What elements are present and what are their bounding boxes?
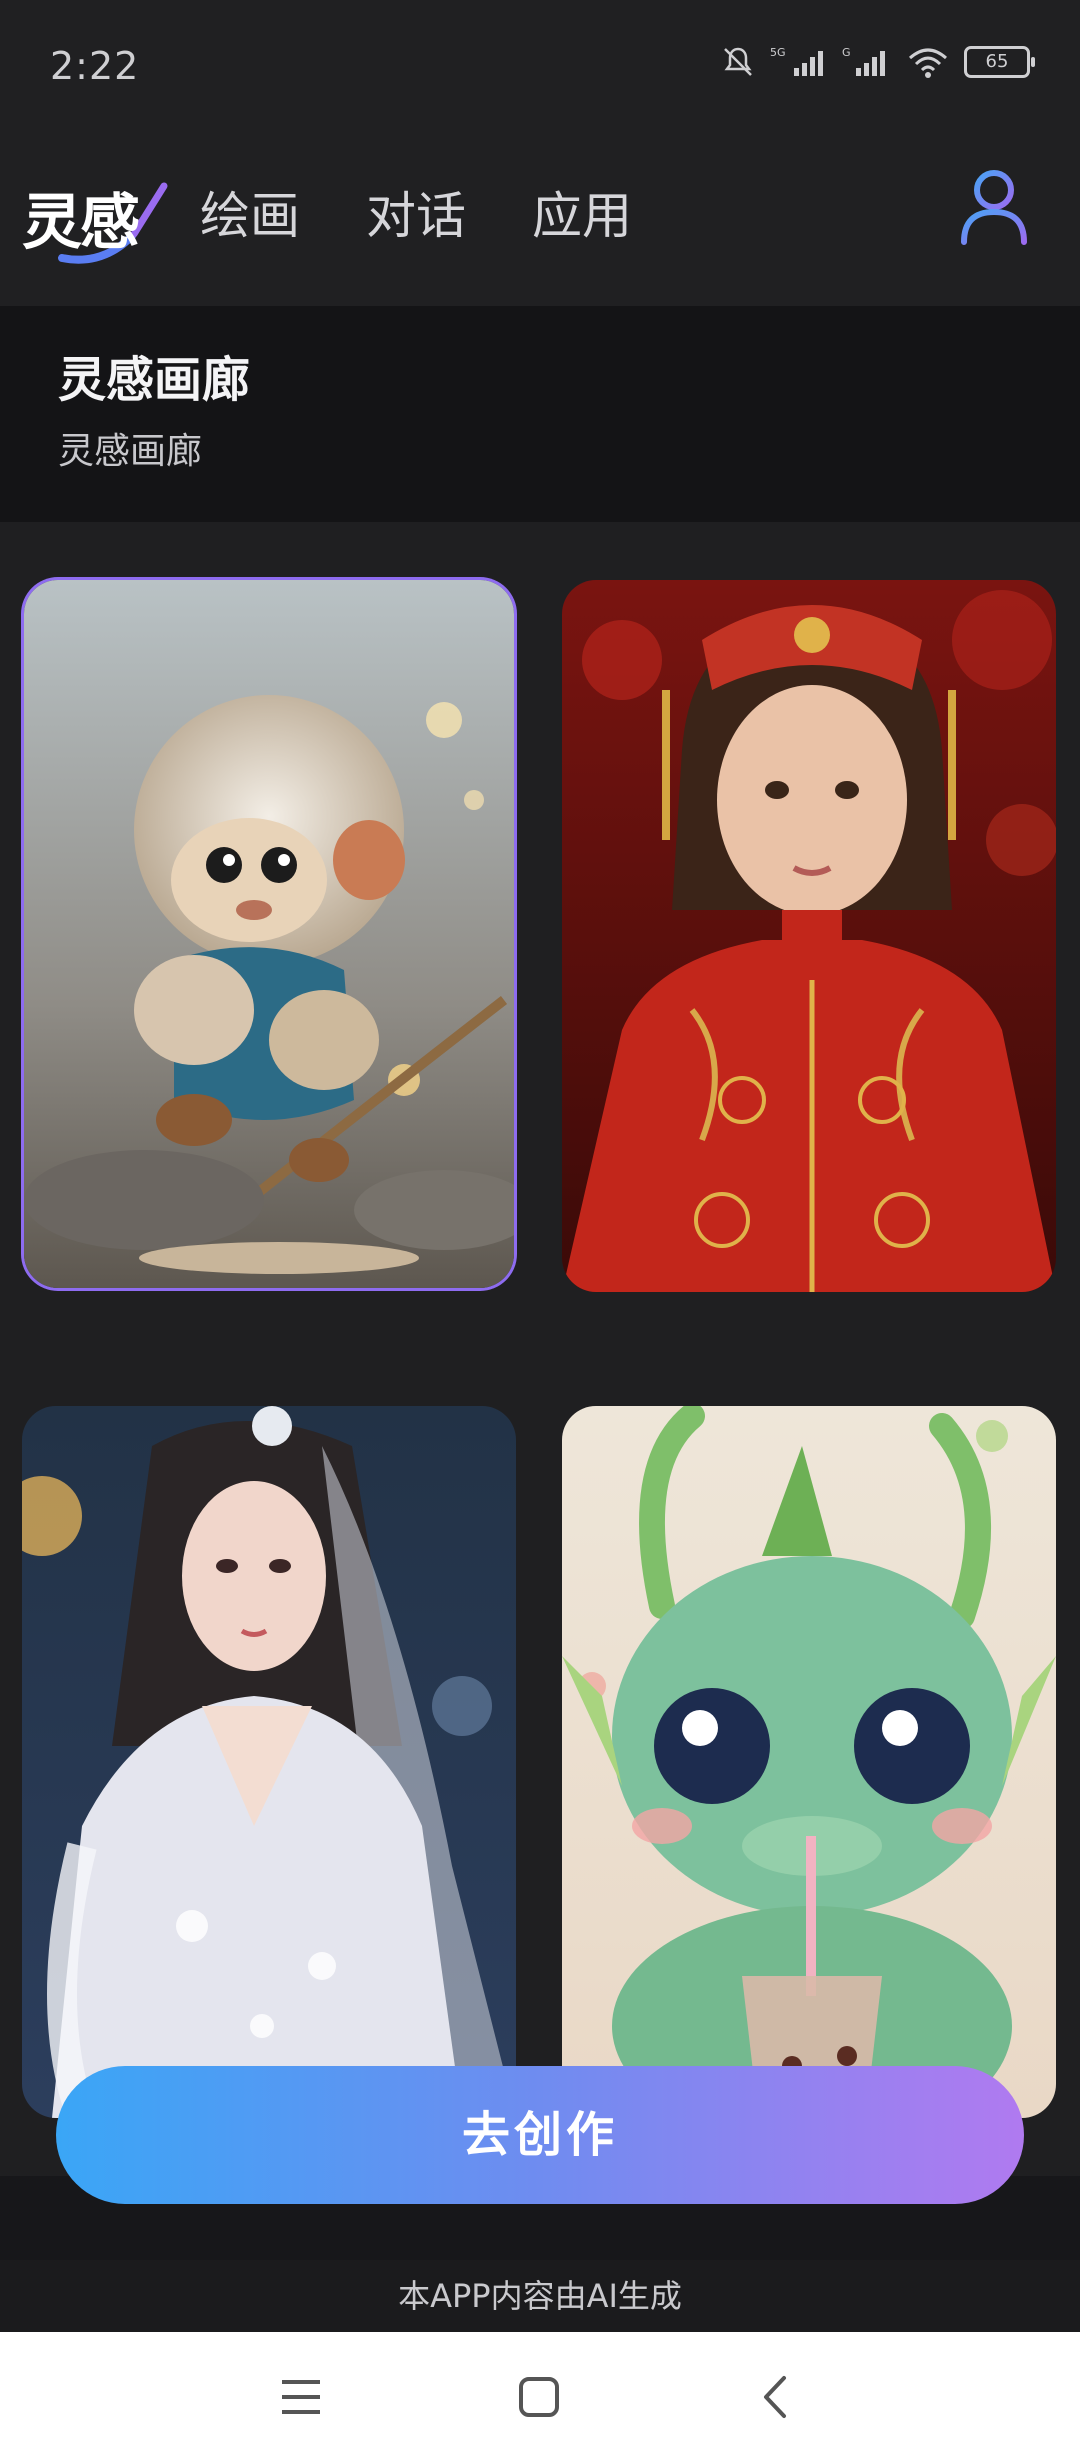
system-nav-bar	[0, 2332, 1080, 2460]
status-icons: 5G G 65	[720, 44, 1035, 80]
gallery-card-dragon[interactable]	[562, 1406, 1056, 2118]
tab-apps[interactable]: 应用	[532, 176, 632, 248]
bell-muted-icon	[724, 47, 752, 76]
user-icon	[961, 170, 1027, 245]
monkey-character-image	[24, 580, 514, 1288]
woman-in-white-hanfu-image	[22, 1406, 516, 2118]
top-nav: 灵感 绘画 对话 应用	[0, 140, 1080, 306]
tab-chat[interactable]: 对话	[366, 176, 466, 248]
logo-text: 灵感	[22, 188, 140, 258]
menu-button[interactable]	[276, 2372, 326, 2422]
gallery-card-woman-white[interactable]	[22, 1406, 516, 2118]
svg-text:5G: 5G	[770, 46, 786, 59]
nav-tabs: 绘画 对话 应用	[200, 176, 632, 248]
wifi-icon	[909, 48, 947, 78]
gallery-title: 灵感画廊	[58, 352, 251, 408]
status-bar: 2:22 5G G 65	[0, 0, 1080, 140]
gallery-card-girl-red[interactable]	[562, 580, 1056, 1292]
signal-g-icon: G	[842, 46, 885, 76]
gallery-card-monkey[interactable]	[24, 580, 514, 1288]
status-time: 2:22	[50, 44, 140, 88]
signal-5g-icon: 5G	[770, 46, 823, 76]
app-logo[interactable]: 灵感	[22, 166, 172, 266]
home-icon	[519, 2377, 559, 2417]
ai-generated-notice: 本APP内容由AI生成	[0, 2260, 1080, 2332]
home-button[interactable]	[514, 2372, 564, 2422]
user-profile-button[interactable]	[958, 166, 1030, 246]
girl-in-red-qipao-image	[562, 580, 1056, 1292]
baby-dragon-with-drink-image	[562, 1406, 1056, 2118]
gallery-subtitle: 灵感画廊	[58, 431, 203, 472]
tab-drawing[interactable]: 绘画	[200, 176, 300, 248]
gallery-header: 灵感画廊 灵感画廊	[0, 306, 1080, 522]
battery-level: 65	[985, 51, 1009, 72]
svg-text:G: G	[842, 46, 851, 59]
battery-icon: 65	[964, 46, 1035, 78]
menu-icon	[282, 2380, 320, 2414]
create-button[interactable]: 去创作	[56, 2066, 1024, 2204]
back-button[interactable]	[752, 2372, 802, 2422]
back-icon	[764, 2376, 786, 2418]
